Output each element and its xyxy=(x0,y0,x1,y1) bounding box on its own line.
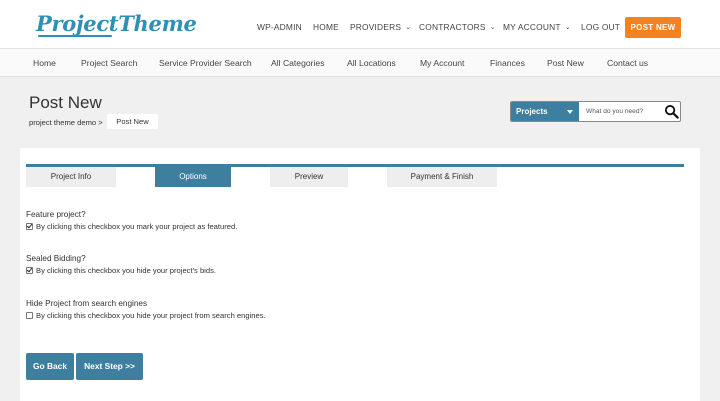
tab-project-info[interactable]: Project Info xyxy=(26,167,116,187)
breadcrumb-parent[interactable]: project theme demo > xyxy=(29,118,103,127)
option-sealed-description: By clicking this checkbox you hide your … xyxy=(36,266,216,275)
logo-text: ProjectTheme xyxy=(36,11,197,36)
search-category-label: Projects xyxy=(516,107,548,116)
option-sealed-row: By clicking this checkbox you hide your … xyxy=(26,266,216,275)
option-hide-row: By clicking this checkbox you hide your … xyxy=(26,311,266,320)
menu-item-finances[interactable]: Finances xyxy=(490,58,525,68)
nav-my-account-label: MY ACCOUNT xyxy=(503,22,561,32)
nav-wp-admin[interactable]: WP-ADMIN xyxy=(257,22,302,32)
option-feature-description: By clicking this checkbox you mark your … xyxy=(36,222,238,231)
post-new-button[interactable]: POST NEW xyxy=(625,17,681,38)
chevron-down-icon: ⌄ xyxy=(405,24,412,31)
search-icon[interactable] xyxy=(664,104,679,119)
option-feature-title: Feature project? xyxy=(26,210,86,219)
tab-options[interactable]: Options xyxy=(155,167,231,187)
tab-preview[interactable]: Preview xyxy=(270,167,348,187)
logo-swash xyxy=(38,35,112,37)
menu-item-project-search[interactable]: Project Search xyxy=(81,58,137,68)
tab-payment-finish[interactable]: Payment & Finish xyxy=(387,167,497,187)
option-sealed-title: Sealed Bidding? xyxy=(26,254,86,263)
nav-home[interactable]: HOME xyxy=(313,22,339,32)
menu-item-all-locations[interactable]: All Locations xyxy=(347,58,396,68)
nav-log-out[interactable]: LOG OUT xyxy=(581,22,620,32)
sealed-bidding-checkbox[interactable] xyxy=(26,267,33,274)
tabs-divider xyxy=(26,164,684,167)
page-title: Post New xyxy=(29,93,102,112)
menu-item-my-account[interactable]: My Account xyxy=(420,58,464,68)
chevron-down-icon: ⌄ xyxy=(489,24,496,31)
menu-item-contact-us[interactable]: Contact us xyxy=(607,58,648,68)
site-logo[interactable]: ProjectTheme xyxy=(36,11,197,37)
site-header: ProjectTheme WP-ADMIN HOME PROVIDERS ⌄ CO… xyxy=(0,0,720,49)
next-step-button[interactable]: Next Step >> xyxy=(76,353,143,380)
breadcrumb-current: Post New xyxy=(107,114,158,129)
search-input[interactable] xyxy=(581,102,661,121)
nav-contractors[interactable]: CONTRACTORS ⌄ xyxy=(419,22,496,32)
nav-my-account[interactable]: MY ACCOUNT ⌄ xyxy=(503,22,571,32)
menu-item-home[interactable]: Home xyxy=(33,58,56,68)
nav-providers[interactable]: PROVIDERS ⌄ xyxy=(350,22,411,32)
menu-item-post-new[interactable]: Post New xyxy=(547,58,584,68)
menu-item-all-categories[interactable]: All Categories xyxy=(271,58,325,68)
option-hide-description: By clicking this checkbox you hide your … xyxy=(36,311,266,320)
search-bar: Projects xyxy=(510,101,681,122)
search-category-select[interactable]: Projects xyxy=(511,102,579,121)
main-menu: Home Project Search Service Provider Sea… xyxy=(0,49,720,77)
feature-project-checkbox[interactable] xyxy=(26,223,33,230)
nav-providers-label: PROVIDERS xyxy=(350,22,402,32)
option-hide-title: Hide Project from search engines xyxy=(26,299,148,308)
chevron-down-icon: ⌄ xyxy=(564,24,571,31)
go-back-button[interactable]: Go Back xyxy=(26,353,74,380)
menu-item-service-provider-search[interactable]: Service Provider Search xyxy=(159,58,252,68)
hide-project-checkbox[interactable] xyxy=(26,312,33,319)
caret-down-icon xyxy=(567,110,573,114)
option-feature-row: By clicking this checkbox you mark your … xyxy=(26,222,237,231)
nav-contractors-label: CONTRACTORS xyxy=(419,22,486,32)
